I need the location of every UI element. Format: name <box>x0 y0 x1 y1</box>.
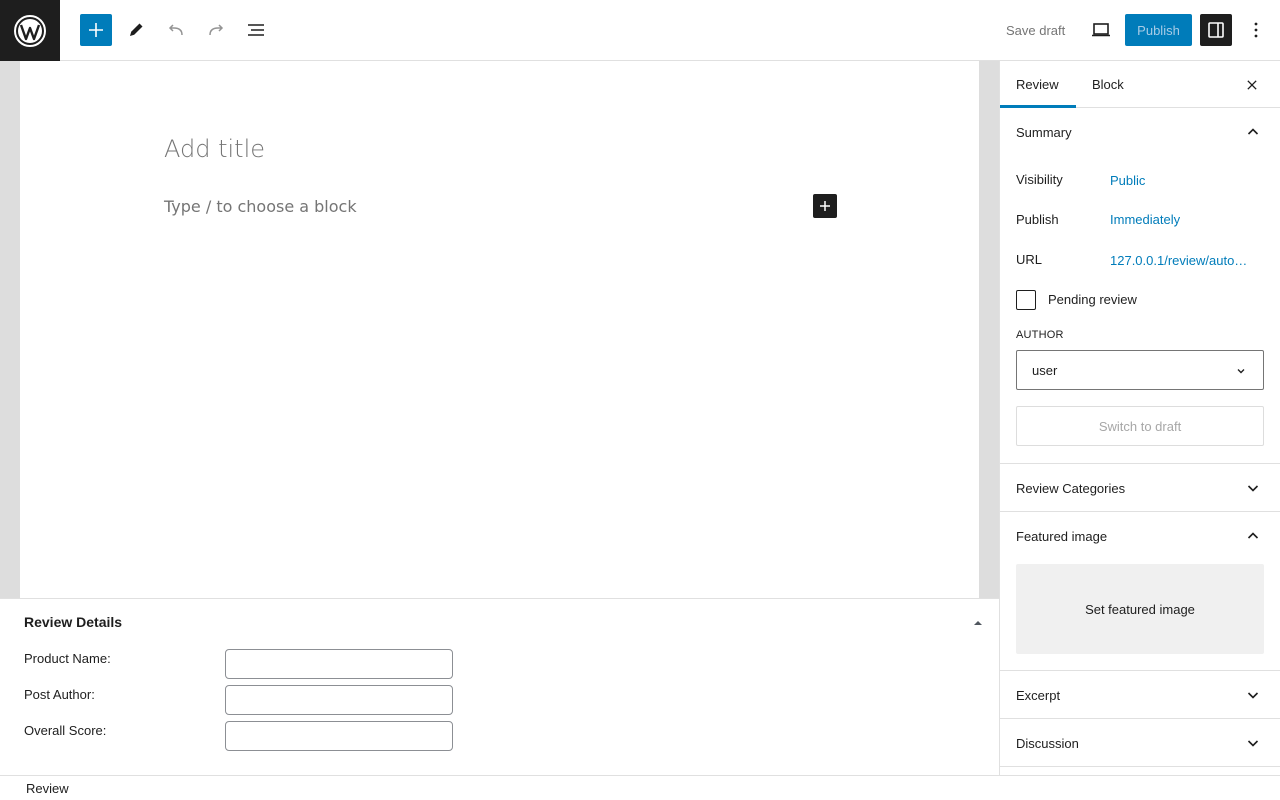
options-button[interactable] <box>1240 14 1272 46</box>
review-categories-panel-toggle[interactable]: Review Categories <box>1000 464 1280 512</box>
sidebar-icon <box>1208 22 1224 38</box>
author-label: AUTHOR <box>1016 329 1064 341</box>
block-inserter-button[interactable] <box>80 14 112 46</box>
review-categories-title: Review Categories <box>1016 480 1126 496</box>
chevron-down-icon <box>1245 687 1261 703</box>
undo-button[interactable] <box>160 14 192 46</box>
chevron-down-icon <box>1233 363 1249 379</box>
publish-label: Publish <box>1016 212 1059 227</box>
visibility-value-link[interactable]: Public <box>1110 173 1145 188</box>
sidebar-tabs: Review Block <box>1000 61 1280 108</box>
chevron-up-icon <box>1245 124 1261 140</box>
editor-header: Save draft Publish <box>0 0 1280 61</box>
overall-score-label: Overall Score: <box>24 723 107 738</box>
summary-panel-title: Summary <box>1016 124 1072 140</box>
chevron-up-icon <box>1245 528 1261 544</box>
post-title-input[interactable]: Add title <box>164 135 265 163</box>
post-author-label: Post Author: <box>24 687 95 702</box>
author-selected-value: user <box>1032 362 1058 378</box>
featured-image-panel-toggle[interactable]: Featured image <box>1000 512 1280 560</box>
save-draft-button[interactable]: Save draft <box>996 14 1075 46</box>
tools-button[interactable] <box>120 14 152 46</box>
add-block-button[interactable] <box>813 194 837 218</box>
post-author-input[interactable] <box>225 685 453 715</box>
editor-canvas[interactable]: Add title Type / to choose a block <box>20 61 979 599</box>
preview-button[interactable] <box>1085 14 1117 46</box>
url-value-link[interactable]: 127.0.0.1/review/auto… <box>1110 253 1247 268</box>
wordpress-logo-icon[interactable] <box>0 0 60 61</box>
discussion-title: Discussion <box>1016 735 1079 751</box>
excerpt-panel-toggle[interactable]: Excerpt <box>1000 671 1280 719</box>
product-name-label: Product Name: <box>24 651 111 666</box>
triangle-up-icon <box>974 621 982 625</box>
chevron-down-icon <box>1245 735 1261 751</box>
pencil-icon <box>130 23 143 36</box>
list-view-icon <box>248 24 264 36</box>
product-name-input[interactable] <box>225 649 453 679</box>
close-sidebar-button[interactable] <box>1240 73 1264 97</box>
metabox-title: Review Details <box>24 614 123 630</box>
redo-icon <box>209 24 224 36</box>
featured-image-title: Featured image <box>1016 528 1108 544</box>
list-view-button[interactable] <box>240 14 272 46</box>
close-icon <box>1247 80 1257 90</box>
overall-score-input[interactable] <box>225 721 453 751</box>
tab-review[interactable]: Review <box>1000 61 1076 108</box>
editor-canvas-area: Add title Type / to choose a block <box>0 61 999 599</box>
default-block-appender[interactable]: Type / to choose a block <box>164 197 357 216</box>
switch-to-draft-button[interactable]: Switch to draft <box>1016 406 1264 446</box>
publish-date-link[interactable]: Immediately <box>1110 212 1180 227</box>
chevron-down-icon <box>1245 480 1261 496</box>
discussion-panel-toggle[interactable]: Discussion <box>1000 719 1280 767</box>
metabox-collapse-button[interactable] <box>970 615 986 631</box>
summary-panel-toggle[interactable]: Summary <box>1000 108 1280 156</box>
more-vertical-icon <box>1254 22 1258 38</box>
publish-button[interactable]: Publish <box>1125 14 1192 46</box>
plus-icon <box>89 23 103 37</box>
pending-review-label[interactable]: Pending review <box>1048 292 1137 307</box>
breadcrumb-item[interactable]: Review <box>26 781 69 796</box>
review-details-metabox: Review Details Product Name: Post Author… <box>0 598 999 776</box>
set-featured-image-button[interactable]: Set featured image <box>1016 564 1264 654</box>
settings-button[interactable] <box>1200 14 1232 46</box>
redo-button[interactable] <box>200 14 232 46</box>
panel-divider <box>1000 766 1280 767</box>
settings-sidebar: Review Block Summary Visibility Public P… <box>999 61 1280 775</box>
block-breadcrumb-bar: Review <box>0 775 1280 800</box>
desktop-icon <box>1092 23 1110 37</box>
plus-icon <box>820 201 830 211</box>
excerpt-title: Excerpt <box>1016 687 1061 703</box>
author-select[interactable]: user <box>1016 350 1264 390</box>
undo-icon <box>168 24 183 36</box>
pending-review-checkbox[interactable] <box>1016 290 1036 310</box>
tab-block[interactable]: Block <box>1076 61 1140 108</box>
visibility-label: Visibility <box>1016 172 1063 187</box>
url-label: URL <box>1016 252 1043 267</box>
